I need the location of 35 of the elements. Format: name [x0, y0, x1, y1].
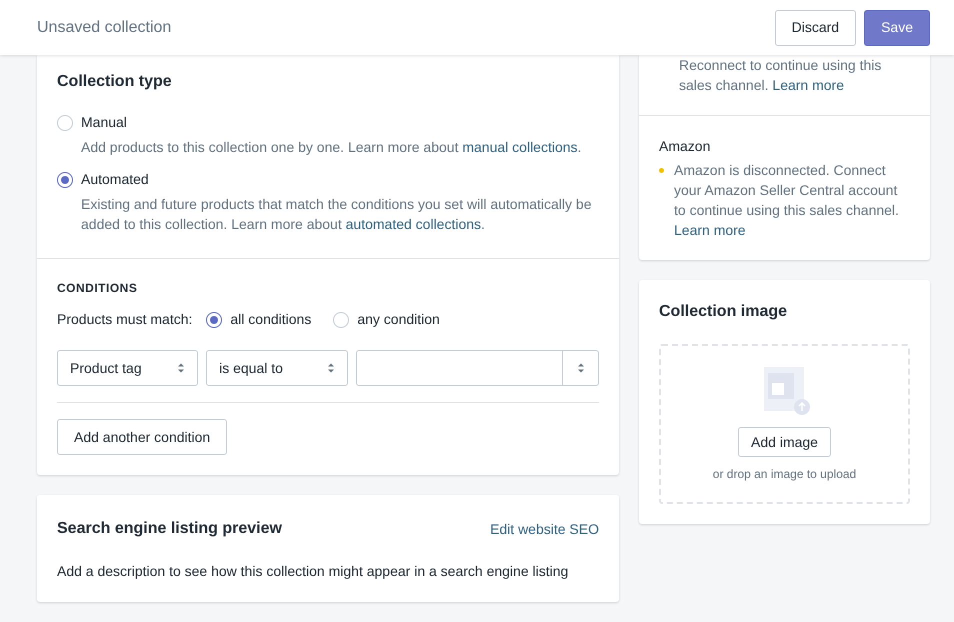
- channel-message: Reconnect to continue using this sales channel. Learn more: [678, 56, 882, 95]
- discard-button[interactable]: Discard: [774, 10, 856, 46]
- select-caret-icon: [576, 362, 584, 374]
- card-title: Collection image: [659, 302, 788, 322]
- radio-label: Manual: [81, 113, 127, 132]
- add-condition-button[interactable]: Add another condition: [57, 419, 228, 455]
- value-combobox[interactable]: [356, 350, 599, 386]
- learn-more-link[interactable]: automated collections: [346, 216, 482, 232]
- seo-description: Add a description to see how this collection might appear in a search engine listing: [57, 562, 570, 581]
- add-image-button[interactable]: Add image: [738, 427, 831, 457]
- image-dropzone[interactable]: Add image or drop an image to upload: [659, 344, 910, 504]
- page-title: Unsaved collection: [37, 18, 172, 38]
- upload-hint: or drop an image to upload: [712, 466, 856, 483]
- learn-more-link[interactable]: manual collections: [462, 139, 578, 155]
- edit-seo-link[interactable]: Edit website SEO: [490, 518, 599, 540]
- save-button[interactable]: Save: [864, 10, 930, 46]
- option-description: Existing and future products that match the conditions you set will automatically be added to this collection. Learn more about automated collections.: [80, 195, 592, 234]
- radio-button[interactable]: [206, 312, 222, 328]
- field-select[interactable]: Product tag: [57, 350, 198, 386]
- radio-label: Automated: [81, 170, 149, 189]
- channel-message: Amazon is disconnected. Connect your Amazon Seller Central account to continue using this sales channel. Learn more: [674, 161, 900, 240]
- operator-select[interactable]: is equal to: [206, 350, 348, 386]
- radio-label: any condition: [357, 310, 440, 329]
- radio-label: all conditions: [230, 310, 312, 329]
- select-caret-icon: [327, 362, 335, 374]
- option-description: Add products to this collection one by one. Learn more about manual collections.: [80, 138, 582, 157]
- radio-button[interactable]: [57, 172, 73, 188]
- learn-more-link[interactable]: Learn more: [772, 77, 844, 93]
- select-caret-icon: [177, 362, 186, 374]
- learn-more-link[interactable]: Learn more: [674, 222, 746, 238]
- card-title: Search engine listing preview: [57, 519, 282, 539]
- card-title: Collection type: [57, 72, 173, 92]
- section-title: CONDITIONS: [57, 280, 138, 297]
- channel-name: Amazon: [659, 137, 712, 156]
- match-label: Products must match:: [57, 310, 192, 329]
